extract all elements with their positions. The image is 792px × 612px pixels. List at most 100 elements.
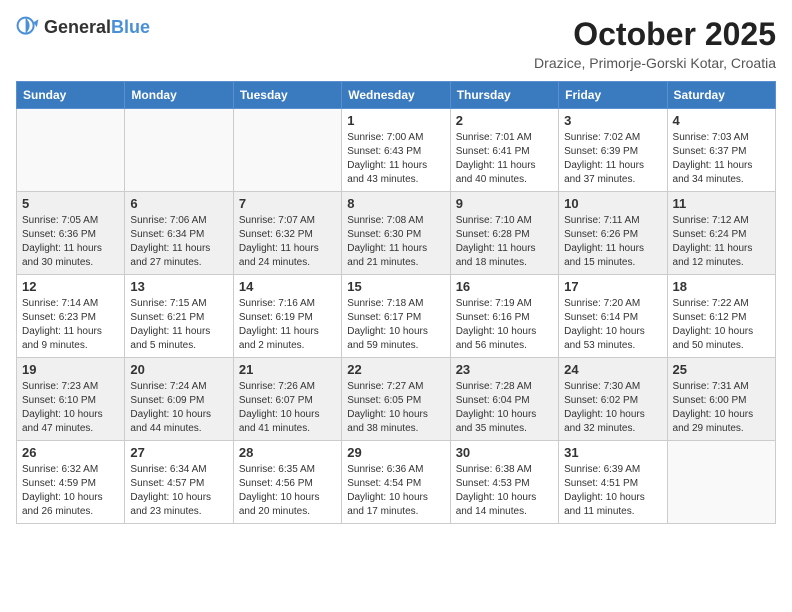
calendar-cell: 9 Sunrise: 7:10 AM Sunset: 6:28 PM Daylig…: [450, 192, 558, 275]
calendar-cell: 29 Sunrise: 6:36 AM Sunset: 4:54 PM Dayli…: [342, 441, 450, 524]
calendar-cell: 26Sunrise: 6:32 AM Sunset: 4:59 PM Dayli…: [17, 441, 125, 524]
col-saturday: Saturday: [667, 82, 775, 109]
day-number: 22: [347, 362, 444, 377]
calendar-cell: 15 Sunrise: 7:18 AM Sunset: 6:17 PM Dayli…: [342, 275, 450, 358]
day-number: 24: [564, 362, 661, 377]
day-number: 4: [673, 113, 770, 128]
day-info: Sunrise: 7:10 AM Sunset: 6:28 PM Dayligh…: [456, 214, 553, 270]
day-number: 30: [456, 445, 553, 460]
day-info: Sunrise: 6:32 AM Sunset: 4:59 PM Dayligh…: [22, 463, 119, 519]
day-info: Sunrise: 7:26 AM Sunset: 6:07 PM Dayligh…: [239, 380, 336, 436]
calendar-cell: [667, 441, 775, 524]
day-info: Sunrise: 7:31 AM Sunset: 6:00 PM Dayligh…: [673, 380, 770, 436]
col-sunday: Sunday: [17, 82, 125, 109]
calendar-cell: 17 Sunrise: 7:20 AM Sunset: 6:14 PM Dayli…: [559, 275, 667, 358]
day-info: Sunrise: 7:15 AM Sunset: 6:21 PM Dayligh…: [130, 297, 227, 353]
day-info: Sunrise: 7:01 AM Sunset: 6:41 PM Dayligh…: [456, 131, 553, 187]
calendar-cell: 19 Sunrise: 7:23 AM Sunset: 6:10 PM Dayli…: [17, 358, 125, 441]
calendar-cell: 20 Sunrise: 7:24 AM Sunset: 6:09 PM Dayli…: [125, 358, 233, 441]
calendar-cell: 2 Sunrise: 7:01 AM Sunset: 6:41 PM Daylig…: [450, 109, 558, 192]
day-info: Sunrise: 7:20 AM Sunset: 6:14 PM Dayligh…: [564, 297, 661, 353]
day-number: 1: [347, 113, 444, 128]
logo-text: GeneralBlue: [44, 18, 150, 38]
day-number: 17: [564, 279, 661, 294]
day-number: 15: [347, 279, 444, 294]
day-number: 20: [130, 362, 227, 377]
week-row-4: 19 Sunrise: 7:23 AM Sunset: 6:10 PM Dayli…: [17, 358, 776, 441]
calendar-cell: 16 Sunrise: 7:19 AM Sunset: 6:16 PM Dayli…: [450, 275, 558, 358]
col-friday: Friday: [559, 82, 667, 109]
day-number: 18: [673, 279, 770, 294]
calendar-cell: 11 Sunrise: 7:12 AM Sunset: 6:24 PM Dayli…: [667, 192, 775, 275]
logo-blue: Blue: [111, 17, 150, 37]
day-number: 5: [22, 196, 119, 211]
day-info: Sunrise: 7:16 AM Sunset: 6:19 PM Dayligh…: [239, 297, 336, 353]
title-block: October 2025 Drazice, Primorje-Gorski Ko…: [534, 16, 776, 71]
day-number: 31: [564, 445, 661, 460]
day-info: Sunrise: 7:27 AM Sunset: 6:05 PM Dayligh…: [347, 380, 444, 436]
calendar-cell: [17, 109, 125, 192]
day-number: 11: [673, 196, 770, 211]
day-info: Sunrise: 7:14 AM Sunset: 6:23 PM Dayligh…: [22, 297, 119, 353]
calendar-cell: [125, 109, 233, 192]
day-info: Sunrise: 7:28 AM Sunset: 6:04 PM Dayligh…: [456, 380, 553, 436]
day-info: Sunrise: 7:12 AM Sunset: 6:24 PM Dayligh…: [673, 214, 770, 270]
calendar-cell: 1 Sunrise: 7:00 AM Sunset: 6:43 PM Daylig…: [342, 109, 450, 192]
day-number: 28: [239, 445, 336, 460]
day-number: 27: [130, 445, 227, 460]
day-number: 19: [22, 362, 119, 377]
day-info: Sunrise: 7:18 AM Sunset: 6:17 PM Dayligh…: [347, 297, 444, 353]
calendar-cell: 25 Sunrise: 7:31 AM Sunset: 6:00 PM Dayli…: [667, 358, 775, 441]
day-number: 29: [347, 445, 444, 460]
day-number: 16: [456, 279, 553, 294]
day-info: Sunrise: 7:03 AM Sunset: 6:37 PM Dayligh…: [673, 131, 770, 187]
day-info: Sunrise: 7:06 AM Sunset: 6:34 PM Dayligh…: [130, 214, 227, 270]
day-info: Sunrise: 7:00 AM Sunset: 6:43 PM Dayligh…: [347, 131, 444, 187]
day-info: Sunrise: 7:11 AM Sunset: 6:26 PM Dayligh…: [564, 214, 661, 270]
day-number: 2: [456, 113, 553, 128]
calendar-cell: 18 Sunrise: 7:22 AM Sunset: 6:12 PM Dayli…: [667, 275, 775, 358]
day-info: Sunrise: 6:36 AM Sunset: 4:54 PM Dayligh…: [347, 463, 444, 519]
calendar-location: Drazice, Primorje-Gorski Kotar, Croatia: [534, 55, 776, 71]
calendar-cell: 13Sunrise: 7:15 AM Sunset: 6:21 PM Dayli…: [125, 275, 233, 358]
col-tuesday: Tuesday: [233, 82, 341, 109]
week-row-1: 1 Sunrise: 7:00 AM Sunset: 6:43 PM Daylig…: [17, 109, 776, 192]
day-info: Sunrise: 7:22 AM Sunset: 6:12 PM Dayligh…: [673, 297, 770, 353]
logo: GeneralBlue: [16, 16, 150, 40]
day-number: 3: [564, 113, 661, 128]
day-info: Sunrise: 7:19 AM Sunset: 6:16 PM Dayligh…: [456, 297, 553, 353]
calendar-cell: 8Sunrise: 7:08 AM Sunset: 6:30 PM Daylig…: [342, 192, 450, 275]
week-row-3: 12 Sunrise: 7:14 AM Sunset: 6:23 PM Dayli…: [17, 275, 776, 358]
col-monday: Monday: [125, 82, 233, 109]
day-number: 9: [456, 196, 553, 211]
day-number: 6: [130, 196, 227, 211]
calendar-cell: 4 Sunrise: 7:03 AM Sunset: 6:37 PM Daylig…: [667, 109, 775, 192]
calendar-cell: 5Sunrise: 7:05 AM Sunset: 6:36 PM Daylig…: [17, 192, 125, 275]
calendar-cell: 7Sunrise: 7:07 AM Sunset: 6:32 PM Daylig…: [233, 192, 341, 275]
day-info: Sunrise: 7:23 AM Sunset: 6:10 PM Dayligh…: [22, 380, 119, 436]
day-number: 25: [673, 362, 770, 377]
calendar-cell: 23Sunrise: 7:28 AM Sunset: 6:04 PM Dayli…: [450, 358, 558, 441]
day-number: 7: [239, 196, 336, 211]
calendar-cell: [233, 109, 341, 192]
day-number: 21: [239, 362, 336, 377]
day-info: Sunrise: 6:38 AM Sunset: 4:53 PM Dayligh…: [456, 463, 553, 519]
day-number: 12: [22, 279, 119, 294]
calendar-cell: 22 Sunrise: 7:27 AM Sunset: 6:05 PM Dayli…: [342, 358, 450, 441]
calendar-cell: 24 Sunrise: 7:30 AM Sunset: 6:02 PM Dayli…: [559, 358, 667, 441]
calendar-cell: 21 Sunrise: 7:26 AM Sunset: 6:07 PM Dayli…: [233, 358, 341, 441]
week-row-5: 26Sunrise: 6:32 AM Sunset: 4:59 PM Dayli…: [17, 441, 776, 524]
calendar-header-row: Sunday Monday Tuesday Wednesday Thursday…: [17, 82, 776, 109]
logo-icon: [16, 16, 40, 40]
calendar-cell: 12 Sunrise: 7:14 AM Sunset: 6:23 PM Dayli…: [17, 275, 125, 358]
day-info: Sunrise: 7:24 AM Sunset: 6:09 PM Dayligh…: [130, 380, 227, 436]
day-info: Sunrise: 6:39 AM Sunset: 4:51 PM Dayligh…: [564, 463, 661, 519]
calendar-cell: 3Sunrise: 7:02 AM Sunset: 6:39 PM Daylig…: [559, 109, 667, 192]
col-wednesday: Wednesday: [342, 82, 450, 109]
logo-general: General: [44, 17, 111, 37]
week-row-2: 5Sunrise: 7:05 AM Sunset: 6:36 PM Daylig…: [17, 192, 776, 275]
calendar-cell: 14Sunrise: 7:16 AM Sunset: 6:19 PM Dayli…: [233, 275, 341, 358]
day-number: 10: [564, 196, 661, 211]
page-header: GeneralBlue October 2025 Drazice, Primor…: [16, 16, 776, 71]
day-info: Sunrise: 7:30 AM Sunset: 6:02 PM Dayligh…: [564, 380, 661, 436]
